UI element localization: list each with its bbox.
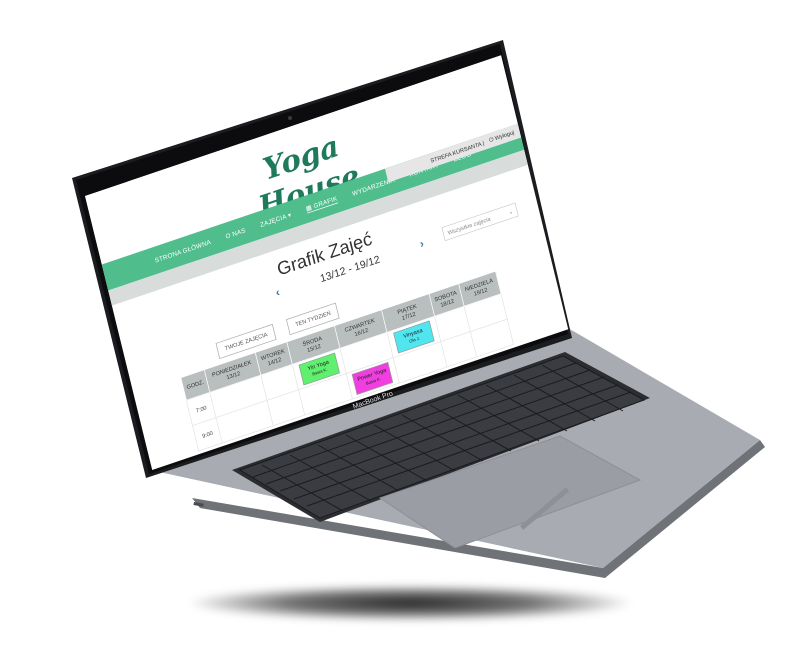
- chevron-down-icon: ⌄: [507, 207, 514, 216]
- chevron-left-icon[interactable]: ‹: [275, 286, 282, 300]
- nav-classes[interactable]: ZAJĘCIA ▾: [259, 211, 292, 229]
- nav-schedule[interactable]: ▦ GRAFIK: [304, 194, 339, 214]
- event-teacher: Basia K.: [365, 377, 382, 387]
- event-teacher: Ola J.: [408, 336, 421, 345]
- nav-about[interactable]: O NAS: [225, 227, 246, 241]
- col-day: GODZ.: [185, 378, 205, 391]
- chevron-right-icon[interactable]: ›: [419, 238, 426, 252]
- event-teacher: Basia K.: [311, 367, 328, 378]
- camera-icon: [288, 116, 292, 120]
